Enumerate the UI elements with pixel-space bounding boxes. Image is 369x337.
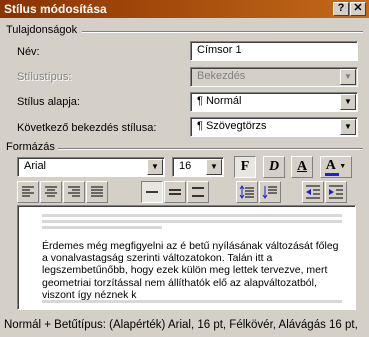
chevron-down-icon: ▼ bbox=[340, 69, 356, 85]
line-spacing-single-icon bbox=[146, 191, 158, 193]
increase-indent-icon bbox=[329, 185, 343, 199]
font-size-value: 16 bbox=[179, 160, 192, 172]
font-value: Arial bbox=[24, 160, 47, 172]
properties-section-label: Tulajdonságok bbox=[6, 24, 78, 36]
name-field[interactable]: Címsor 1 bbox=[190, 41, 358, 61]
align-center-icon bbox=[45, 186, 57, 197]
font-color-swatch bbox=[325, 173, 339, 176]
line-spacing-one-half-button[interactable] bbox=[164, 181, 186, 203]
align-center-button[interactable] bbox=[40, 181, 62, 203]
line-spacing-double-icon bbox=[192, 187, 204, 197]
underline-icon: A bbox=[296, 159, 308, 174]
next-style-label: Következő bekezdés stílusa: bbox=[17, 122, 157, 134]
font-color-icon: A bbox=[325, 158, 336, 173]
decrease-indent-icon bbox=[306, 185, 320, 199]
title-bar: Stílus módosítása bbox=[0, 0, 369, 18]
space-after-button[interactable] bbox=[259, 181, 281, 203]
space-before-icon bbox=[239, 185, 254, 199]
chevron-down-icon[interactable]: ▼ bbox=[340, 119, 356, 135]
preview-next-paragraph bbox=[42, 300, 342, 306]
next-style-dropdown[interactable]: ¶ Szövegtörzs ▼ bbox=[190, 117, 358, 137]
style-type-label: Stílustípus: bbox=[17, 71, 72, 83]
chevron-down-icon[interactable]: ▼ bbox=[147, 159, 163, 175]
help-icon: ? bbox=[337, 2, 345, 14]
align-justify-icon bbox=[91, 186, 103, 197]
preview-previous-paragraph bbox=[42, 214, 342, 232]
preview-text: Érdemes még megfigyelni az é betű nyílás… bbox=[42, 240, 339, 301]
line-spacing-double-button[interactable] bbox=[187, 181, 209, 203]
properties-divider bbox=[82, 31, 363, 33]
bold-icon: F bbox=[240, 159, 250, 174]
style-description: Normál + Betűtípus: (Alapérték) Arial, 1… bbox=[4, 319, 358, 331]
align-right-icon bbox=[68, 186, 80, 197]
bold-button[interactable]: F bbox=[234, 156, 256, 178]
paragraph-toolbar bbox=[17, 180, 358, 204]
font-size-dropdown[interactable]: 16 ▼ bbox=[172, 157, 224, 177]
line-spacing-one-half-icon bbox=[169, 189, 181, 195]
close-button[interactable]: ✕ bbox=[350, 2, 366, 16]
align-justify-button[interactable] bbox=[86, 181, 108, 203]
name-label: Név: bbox=[17, 46, 40, 58]
chevron-down-icon[interactable]: ▼ bbox=[340, 94, 356, 110]
italic-button[interactable]: D bbox=[263, 156, 285, 178]
based-on-dropdown[interactable]: ¶ Normál ▼ bbox=[190, 92, 358, 112]
close-icon: ✕ bbox=[353, 2, 363, 14]
formatting-section-label: Formázás bbox=[6, 141, 55, 153]
chevron-down-icon[interactable]: ▼ bbox=[206, 159, 222, 175]
font-color-button[interactable]: A ▼ bbox=[320, 156, 352, 178]
increase-indent-button[interactable] bbox=[325, 181, 347, 203]
formatting-divider bbox=[58, 148, 363, 150]
align-right-button[interactable] bbox=[63, 181, 85, 203]
preview-pane: Érdemes még megfigyelni az é betű nyílás… bbox=[17, 205, 356, 310]
align-left-icon bbox=[22, 186, 34, 197]
window-title: Stílus módosítása bbox=[4, 2, 107, 16]
next-style-value: ¶ Szövegtörzs bbox=[197, 120, 267, 132]
align-left-button[interactable] bbox=[17, 181, 39, 203]
style-type-dropdown: Bekezdés ▼ bbox=[190, 67, 358, 87]
based-on-value: ¶ Normál bbox=[197, 95, 242, 107]
font-dropdown[interactable]: Arial ▼ bbox=[17, 157, 165, 177]
style-type-value: Bekezdés bbox=[197, 70, 246, 82]
chevron-down-icon: ▼ bbox=[339, 163, 347, 170]
space-before-button[interactable] bbox=[236, 181, 258, 203]
underline-button[interactable]: A bbox=[291, 156, 313, 178]
space-after-icon bbox=[262, 186, 277, 199]
italic-icon: D bbox=[268, 159, 280, 174]
help-button[interactable]: ? bbox=[333, 2, 349, 16]
line-spacing-single-button[interactable] bbox=[141, 181, 163, 203]
based-on-label: Stílus alapja: bbox=[17, 96, 80, 108]
decrease-indent-button[interactable] bbox=[302, 181, 324, 203]
